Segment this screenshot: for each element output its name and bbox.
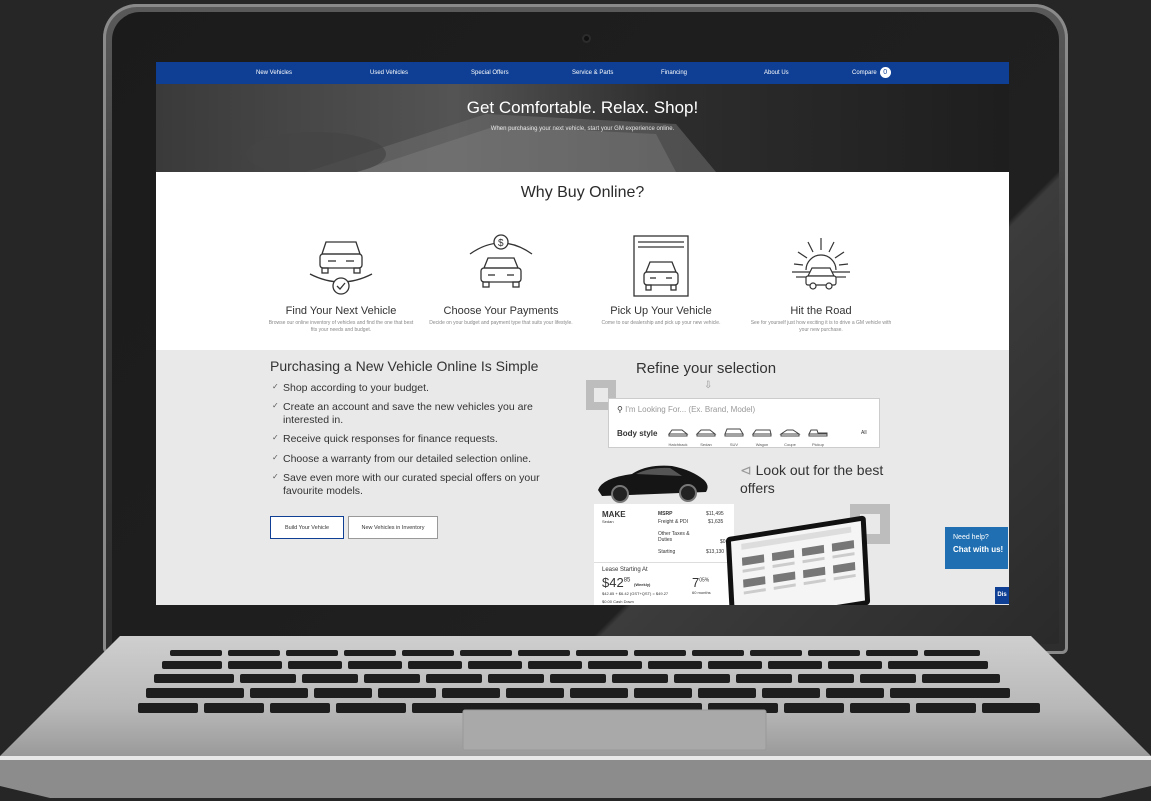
list-item: ✓ Choose a warranty from our detailed sel… [272, 452, 532, 465]
msrp-value: $11,495 [706, 511, 724, 517]
lookout-text: ⊲ Look out for the best offers [740, 462, 884, 496]
tablet-listing-grid [741, 526, 856, 595]
list-item: ✓ Create an account and save the new vehi… [272, 401, 533, 427]
arrow-left-icon: ⊲ [740, 462, 756, 478]
lease-detail: $42.85 + $6.42 (GST+QST) = $49.27 [602, 591, 669, 596]
msrp-label: MSRP [658, 511, 673, 517]
check-icon: ✓ [272, 471, 279, 481]
feature-title: Find Your Next Vehicle [285, 305, 397, 317]
coupe-icon [779, 429, 801, 437]
starting-label: Starting [658, 549, 676, 555]
lease-term: 60 months [692, 590, 711, 595]
check-icon: ✓ [272, 382, 279, 391]
freight-value: $1,635 [708, 519, 724, 525]
car-dollar-icon: $ [469, 234, 533, 288]
body-style-all[interactable]: All [861, 430, 867, 436]
lease-price: $4285 [602, 575, 631, 590]
search-icon: ⚲ [617, 405, 623, 414]
hero-banner: Get Comfortable. Relax. Shop! When purch… [156, 84, 1009, 172]
body-style-sedan[interactable]: Sedan [695, 424, 717, 447]
check-icon: ✓ [272, 433, 279, 443]
tablet-mockup [725, 515, 871, 605]
chat-line1: Need help? [953, 534, 989, 541]
taxes-label: Other Taxes & Duties [658, 531, 690, 543]
feature-pick-up: Pick Up Your Vehicle Come to our dealers… [586, 232, 736, 327]
feature-desc: Browse our online inventory of vehicles … [268, 320, 414, 333]
why-title: Why Buy Online? [520, 184, 645, 201]
pickup-icon [808, 429, 828, 437]
refine-title: Refine your selection [636, 360, 777, 377]
compare-count-badge: 0 [879, 67, 891, 78]
price-card: MAKE Sedan MSRP $11,495 Freight & PDI $1… [594, 504, 734, 605]
nav-item-new-vehicles[interactable]: New Vehicles [256, 70, 292, 76]
why-buy-section: Why Buy Online? Find Your Next Vehicle B… [156, 172, 1009, 350]
browser-screen: New Vehicles Used Vehicles Special Offer… [156, 62, 1009, 605]
svg-text:$: $ [498, 238, 504, 249]
body-style-pickup[interactable]: Pickup [807, 424, 829, 447]
body-style-suv[interactable]: SUV [723, 424, 745, 447]
new-vehicles-inventory-button[interactable]: New Vehicles in Inventory [348, 516, 438, 539]
car-image [598, 465, 708, 503]
car-check-icon [309, 241, 373, 295]
purchasing-section: Purchasing a New Vehicle Online Is Simpl… [156, 350, 1009, 605]
hero-subtitle: When purchasing your next vehicle, start… [490, 126, 675, 132]
check-icon: ✓ [272, 401, 279, 411]
check-icon: ✓ [272, 452, 279, 462]
search-widget: ⚲ I'm Looking For... (Ex. Brand, Model) … [608, 398, 880, 448]
feature-desc: Come to our dealership and pick up your … [601, 320, 721, 326]
body-style-wagon[interactable]: Wagon [751, 424, 773, 447]
body-style-coupe[interactable]: Coupe [779, 424, 801, 447]
list-item: ✓ Save even more with our curated special… [272, 471, 540, 497]
benefits-list: ✓ Shop according to your budget. ✓ Create … [272, 382, 572, 504]
build-vehicle-button[interactable]: Build Your Vehicle [270, 516, 344, 539]
nav-item-service-parts[interactable]: Service & Parts [572, 70, 613, 76]
list-item: ✓ Shop according to your budget. [272, 382, 429, 394]
feature-title: Hit the Road [790, 305, 852, 317]
trackpad [462, 709, 767, 751]
car-sunrise-icon [792, 238, 850, 290]
search-input[interactable]: ⚲ I'm Looking For... (Ex. Brand, Model) [617, 405, 755, 414]
laptop-base [0, 636, 1151, 798]
nav-item-compare[interactable]: Compare 0 [852, 67, 891, 78]
top-nav: New Vehicles Used Vehicles Special Offer… [156, 62, 1009, 84]
lease-rate: 705% [692, 575, 710, 590]
nav-item-financing[interactable]: Financing [661, 70, 687, 76]
nav-item-special-offers[interactable]: Special Offers [471, 70, 509, 76]
camera-icon [584, 36, 589, 41]
lease-frequency: (Weekly) [634, 582, 651, 587]
tablet-screen [730, 521, 866, 605]
disclaimer-tab[interactable]: Dis [995, 587, 1009, 604]
feature-desc: See for yourself just how exciting it is… [750, 320, 892, 333]
lease-label: Lease Starting At [602, 567, 648, 573]
chat-widget[interactable]: Need help? Chat with us! [945, 527, 1008, 569]
purchasing-title: Purchasing a New Vehicle Online Is Simpl… [270, 358, 539, 374]
card-make-sub: Sedan [602, 519, 614, 524]
body-style-hatchback[interactable]: Hatchback [667, 424, 689, 447]
cash-down: $0.00 Cash Down [602, 599, 634, 604]
card-make: MAKE [602, 510, 626, 519]
feature-find-vehicle: Find Your Next Vehicle Browse our online… [266, 232, 416, 334]
chat-line2: Chat with us! [953, 544, 1004, 554]
hatchback-icon [668, 429, 689, 437]
nav-item-about-us[interactable]: About Us [764, 70, 789, 76]
suv-icon [724, 428, 744, 437]
car-garage-icon [633, 235, 689, 297]
feature-title: Choose Your Payments [443, 305, 559, 317]
nav-item-used-vehicles[interactable]: Used Vehicles [370, 70, 408, 76]
wagon-icon [752, 429, 772, 437]
starting-value: $13,130 [706, 549, 725, 555]
feature-choose-payments: $ Choose Your Payments Decide on your bu… [426, 232, 576, 327]
body-style-label: Body style [617, 429, 658, 438]
feature-desc: Decide on your budget and payment type t… [429, 320, 573, 326]
compare-label: Compare [852, 70, 877, 77]
feature-hit-road: Hit the Road See for yourself just how e… [746, 232, 896, 334]
sedan-icon [695, 429, 717, 437]
hero-title: Get Comfortable. Relax. Shop! [466, 98, 699, 117]
list-item: ✓ Receive quick responses for finance req… [272, 433, 498, 446]
freight-label: Freight & PDI [658, 519, 689, 525]
feature-title: Pick Up Your Vehicle [610, 305, 712, 317]
taxes-value: $0 [720, 539, 726, 545]
arrow-down-icon: ⇩ [704, 380, 713, 391]
